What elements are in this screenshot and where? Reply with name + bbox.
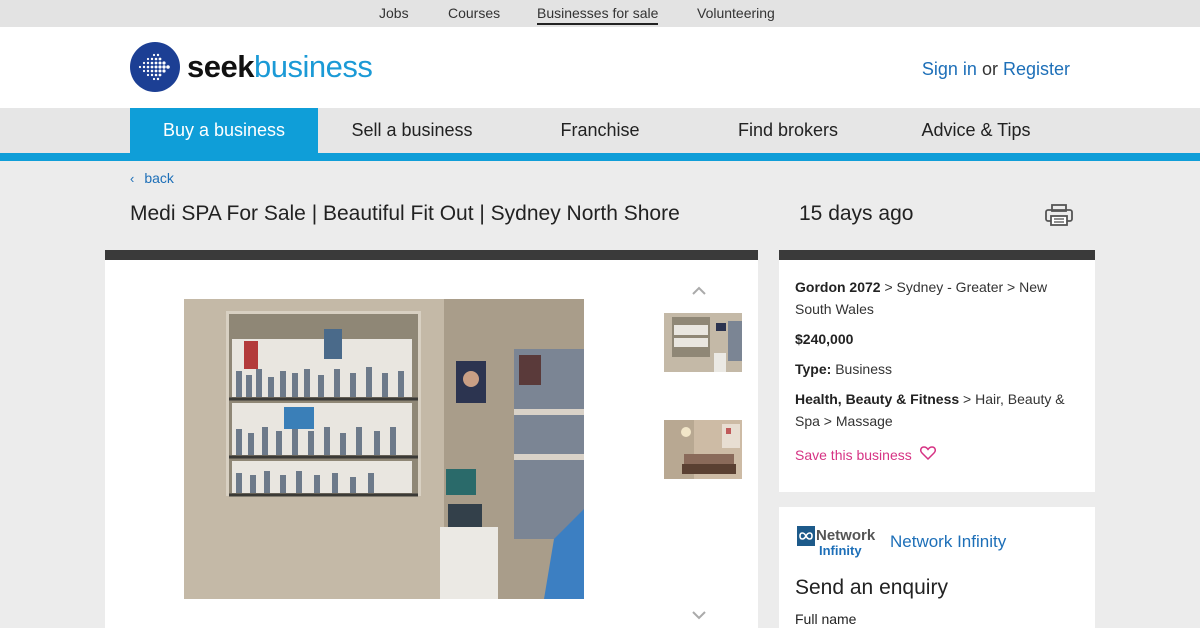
logo-dotted-arrow-icon <box>130 42 180 92</box>
auth-or-text: or <box>981 59 998 79</box>
main-listing-photo[interactable] <box>184 299 584 599</box>
gallery-thumbnail[interactable] <box>664 313 742 372</box>
listing-posted-date: 15 days ago <box>799 202 914 225</box>
nav-buy-a-business[interactable]: Buy a business <box>130 108 318 153</box>
topbar-link-businesses-for-sale[interactable]: Businesses for sale <box>537 5 659 25</box>
back-label: back <box>144 170 174 186</box>
back-link[interactable]: ‹ back <box>130 170 174 186</box>
agent-name-link[interactable]: Network Infinity <box>890 532 1006 552</box>
nav-accent-strip <box>0 153 1200 161</box>
top-utility-bar: Jobs Courses Businesses for sale Volunte… <box>0 0 1200 27</box>
auth-links: Sign in or Register <box>922 59 1070 80</box>
nav-find-brokers[interactable]: Find brokers <box>694 108 882 153</box>
type-line: Type: Business <box>795 358 1079 380</box>
photo-gallery <box>105 250 758 628</box>
location-suburb: Gordon 2072 <box>795 279 881 295</box>
topbar-link-jobs[interactable]: Jobs <box>379 5 409 21</box>
register-link[interactable]: Register <box>1003 59 1070 79</box>
heart-icon <box>919 444 936 466</box>
enquiry-heading: Send an enquiry <box>795 576 948 599</box>
main-nav: Buy a business Sell a business Franchise… <box>0 108 1200 153</box>
listing-details-panel: Gordon 2072 > Sydney - Greater > New Sou… <box>779 250 1095 492</box>
category-primary: Health, Beauty & Fitness <box>795 391 960 407</box>
logo-wordmark: seekbusiness <box>187 49 373 85</box>
print-icon[interactable] <box>1044 203 1074 232</box>
full-name-label: Full name <box>795 611 857 627</box>
location-line: Gordon 2072 > Sydney - Greater > New Sou… <box>795 276 1079 320</box>
nav-sell-a-business[interactable]: Sell a business <box>318 108 506 153</box>
listing-title: Medi SPA For Sale | Beautiful Fit Out | … <box>130 202 680 225</box>
type-value: Business <box>831 361 893 377</box>
topbar-link-courses[interactable]: Courses <box>448 5 500 21</box>
save-business-label: Save this business <box>795 447 912 463</box>
save-business-button[interactable]: Save this business <box>795 444 1079 466</box>
logo-business-text: business <box>253 49 373 84</box>
network-infinity-logo[interactable]: Network Infinity <box>795 524 877 563</box>
type-label: Type: <box>795 361 832 377</box>
chevron-left-icon: ‹ <box>130 171 135 186</box>
chevron-up-icon[interactable] <box>692 283 706 301</box>
category-line: Health, Beauty & Fitness > Hair, Beauty … <box>795 388 1079 432</box>
nav-advice-tips[interactable]: Advice & Tips <box>882 108 1070 153</box>
topbar-link-volunteering[interactable]: Volunteering <box>697 5 775 21</box>
site-header: seekbusiness Sign in or Register <box>0 27 1200 108</box>
seekbusiness-logo[interactable]: seekbusiness <box>130 42 373 92</box>
agent-logo-line2: Infinity <box>819 543 862 558</box>
logo-seek-text: seek <box>187 49 254 84</box>
agent-enquiry-panel: Network Infinity Network Infinity Send a… <box>779 507 1095 628</box>
sign-in-link[interactable]: Sign in <box>922 59 977 79</box>
gallery-thumbnail[interactable] <box>664 420 742 479</box>
nav-franchise[interactable]: Franchise <box>506 108 694 153</box>
agent-logo-line1: Network <box>816 527 876 544</box>
listing-price: $240,000 <box>795 331 854 347</box>
chevron-down-icon[interactable] <box>692 607 706 625</box>
